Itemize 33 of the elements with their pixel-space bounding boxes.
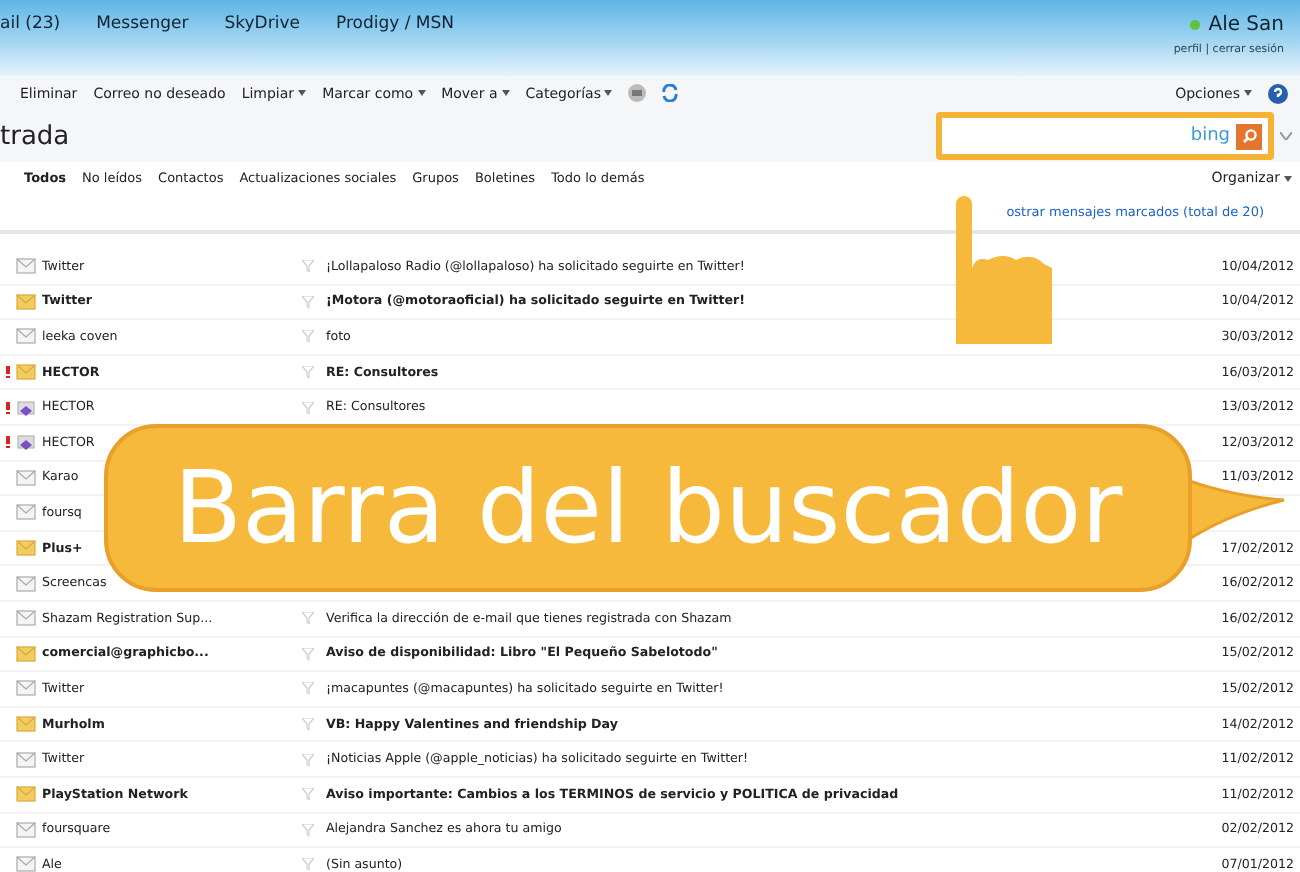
refresh-icon[interactable]: [662, 84, 679, 102]
search-brand: bing: [1190, 126, 1230, 146]
envelope-icon: [16, 575, 36, 592]
envelope-icon: [16, 821, 36, 838]
envelope-icon: [16, 399, 36, 416]
envelope-icon: [16, 293, 36, 310]
caret-icon: [1244, 90, 1252, 96]
envelope-icon: [16, 434, 36, 451]
help-icon[interactable]: [1268, 83, 1288, 103]
envelope-icon: [16, 716, 36, 733]
envelope-icon: [16, 856, 36, 872]
nav-link[interactable]: Prodigy / MSN: [335, 14, 455, 34]
envelope-icon: [16, 258, 36, 275]
envelope-icon: [16, 328, 36, 345]
print-icon[interactable]: [628, 84, 647, 102]
search-icon[interactable]: [1236, 123, 1262, 149]
chevron-icon[interactable]: [1280, 132, 1292, 140]
envelope-icon: [16, 751, 36, 768]
nav-link[interactable]: SkyDrive: [224, 14, 300, 34]
envelope-icon: [16, 364, 36, 381]
envelope-icon: [16, 680, 36, 697]
user-name[interactable]: Ale San: [1190, 14, 1284, 36]
nav-link[interactable]: Messenger: [96, 14, 189, 34]
envelope-icon: [16, 786, 36, 803]
envelope-icon: [16, 469, 36, 486]
nav-link[interactable]: ail (23): [0, 14, 61, 34]
folder-title: trada: [0, 121, 70, 151]
caret-icon: [1284, 175, 1292, 181]
envelope-icon: [16, 610, 36, 627]
envelope-icon: [16, 645, 36, 662]
envelope-icon: [16, 540, 36, 557]
callout-text: Barra del buscador: [173, 450, 1123, 566]
envelope-icon: [16, 504, 36, 521]
